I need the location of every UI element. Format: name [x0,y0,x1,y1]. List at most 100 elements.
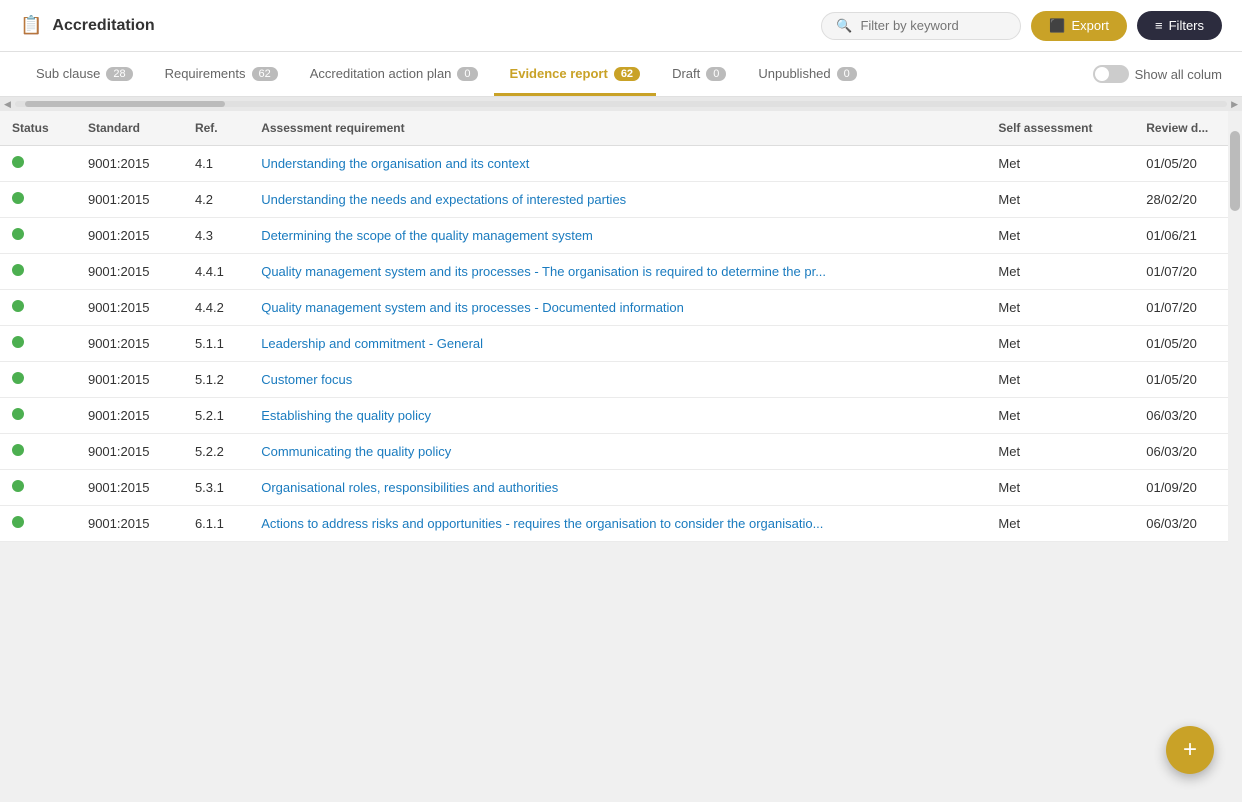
filters-button[interactable]: ≡ Filters [1137,11,1222,40]
cell-self-assessment: Met [986,506,1134,542]
tab-unpublished[interactable]: Unpublished 0 [742,52,872,96]
status-dot [12,300,24,312]
cell-self-assessment: Met [986,290,1134,326]
export-button[interactable]: ⬛ Export [1031,11,1127,41]
cell-assessment[interactable]: Understanding the needs and expectations… [249,182,986,218]
cell-standard: 9001:2015 [76,398,183,434]
assessment-link[interactable]: Understanding the needs and expectations… [261,192,626,207]
app-title-text: Accreditation [52,17,154,35]
table-row: 9001:20154.4.1Quality management system … [0,254,1242,290]
cell-assessment[interactable]: Determining the scope of the quality man… [249,218,986,254]
assessment-link[interactable]: Communicating the quality policy [261,444,451,459]
show-columns-toggle-switch[interactable] [1093,65,1129,83]
table-row: 9001:20154.3Determining the scope of the… [0,218,1242,254]
cell-ref: 5.2.1 [183,398,249,434]
tab-requirements[interactable]: Requirements 62 [149,52,294,96]
cell-ref: 5.1.2 [183,362,249,398]
assessment-link[interactable]: Understanding the organisation and its c… [261,156,529,171]
v-scrollbar-thumb[interactable] [1230,131,1240,211]
cell-assessment[interactable]: Quality management system and its proces… [249,290,986,326]
cell-review-date: 01/07/20 [1134,290,1242,326]
tab-sub-clause[interactable]: Sub clause 28 [20,52,149,96]
cell-review-date: 01/09/20 [1134,470,1242,506]
cell-status [0,146,76,182]
search-box[interactable]: 🔍 [821,12,1021,40]
assessment-link[interactable]: Organisational roles, responsibilities a… [261,480,558,495]
cell-standard: 9001:2015 [76,290,183,326]
cell-review-date: 06/03/20 [1134,506,1242,542]
tabs-bar: Sub clause 28 Requirements 62 Accreditat… [0,52,1242,97]
assessment-link[interactable]: Quality management system and its proces… [261,300,684,315]
status-dot [12,264,24,276]
cell-assessment[interactable]: Customer focus [249,362,986,398]
table-row: 9001:20154.1Understanding the organisati… [0,146,1242,182]
cell-status [0,218,76,254]
assessment-link[interactable]: Establishing the quality policy [261,408,431,423]
cell-ref: 5.3.1 [183,470,249,506]
tab-draft[interactable]: Draft 0 [656,52,742,96]
cell-ref: 4.4.2 [183,290,249,326]
cell-assessment[interactable]: Actions to address risks and opportuniti… [249,506,986,542]
cell-assessment[interactable]: Establishing the quality policy [249,398,986,434]
tab-evidence-badge: 62 [614,67,640,81]
col-status: Status [0,111,76,146]
cell-standard: 9001:2015 [76,218,183,254]
cell-assessment[interactable]: Understanding the organisation and its c… [249,146,986,182]
tab-action-plan[interactable]: Accreditation action plan 0 [294,52,494,96]
assessment-link[interactable]: Leadership and commitment - General [261,336,483,351]
cell-self-assessment: Met [986,254,1134,290]
cell-review-date: 01/05/20 [1134,326,1242,362]
cell-self-assessment: Met [986,182,1134,218]
status-dot [12,480,24,492]
cell-status [0,182,76,218]
status-dot [12,408,24,420]
cell-standard: 9001:2015 [76,146,183,182]
col-ref: Ref. [183,111,249,146]
assessment-link[interactable]: Determining the scope of the quality man… [261,228,593,243]
table-row: 9001:20155.2.1 Establishing the quality p… [0,398,1242,434]
cell-standard: 9001:2015 [76,182,183,218]
export-icon: ⬛ [1049,18,1065,34]
fab-add-button[interactable]: + [1166,726,1214,774]
tab-evidence-report[interactable]: Evidence report 62 [494,52,657,96]
tab-unpublished-badge: 0 [837,67,857,81]
scroll-right-arrow[interactable]: ▶ [1231,99,1238,110]
cell-status [0,254,76,290]
cell-review-date: 06/03/20 [1134,398,1242,434]
cell-status [0,434,76,470]
cell-standard: 9001:2015 [76,362,183,398]
cell-self-assessment: Met [986,362,1134,398]
table-row: 9001:20154.2Understanding the needs and … [0,182,1242,218]
cell-assessment[interactable]: Organisational roles, responsibilities a… [249,470,986,506]
v-scrollbar[interactable] [1228,111,1242,795]
assessment-link[interactable]: Actions to address risks and opportuniti… [261,516,823,531]
cell-self-assessment: Met [986,434,1134,470]
status-dot [12,372,24,384]
table-row: 9001:20156.1.1Actions to address risks a… [0,506,1242,542]
tab-requirements-badge: 62 [252,67,278,81]
cell-standard: 9001:2015 [76,434,183,470]
table-row: 9001:20154.4.2 Quality management system … [0,290,1242,326]
cell-assessment[interactable]: Leadership and commitment - General [249,326,986,362]
cell-status [0,506,76,542]
search-input[interactable] [860,18,1006,33]
h-scrollbar-thumb[interactable] [25,101,225,107]
assessment-link[interactable]: Customer focus [261,372,352,387]
table-row: 9001:20155.1.1 Leadership and commitment … [0,326,1242,362]
cell-assessment[interactable]: Communicating the quality policy [249,434,986,470]
h-scrollbar-top[interactable]: ◀ ▶ [0,97,1242,111]
cell-ref: 4.4.1 [183,254,249,290]
cell-status [0,290,76,326]
cell-ref: 5.1.1 [183,326,249,362]
status-dot [12,444,24,456]
scroll-left-arrow[interactable]: ◀ [4,99,11,110]
cell-status [0,398,76,434]
cell-standard: 9001:2015 [76,470,183,506]
cell-standard: 9001:2015 [76,326,183,362]
cell-self-assessment: Met [986,218,1134,254]
table-row: 9001:20155.2.2Communicating the quality … [0,434,1242,470]
assessment-link[interactable]: Quality management system and its proces… [261,264,826,279]
table-header-row: Status Standard Ref. Assessment requirem… [0,111,1242,146]
cell-assessment[interactable]: Quality management system and its proces… [249,254,986,290]
cell-review-date: 01/05/20 [1134,146,1242,182]
